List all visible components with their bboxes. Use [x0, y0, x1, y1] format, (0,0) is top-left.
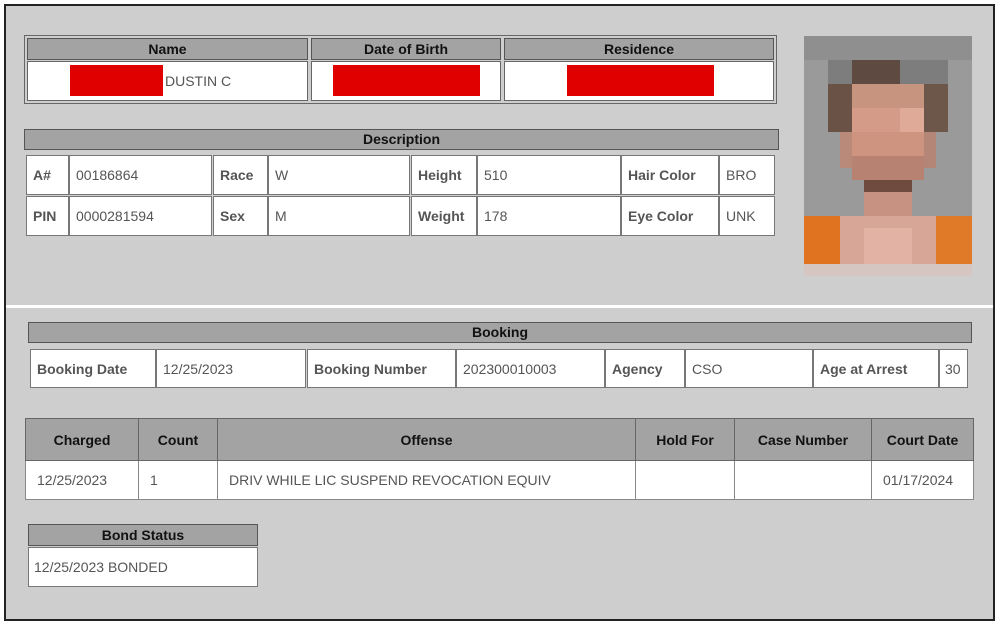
case-number-header: Case Number: [734, 418, 872, 461]
pin-label: PIN: [26, 196, 69, 236]
dob-cell: [311, 61, 501, 101]
race-value: W: [268, 155, 410, 195]
race-label: Race: [213, 155, 268, 195]
case-number-cell: [734, 460, 872, 500]
name-value: DUSTIN C: [165, 73, 232, 89]
court-date-cell: 01/17/2024: [871, 460, 974, 500]
booking-date-value: 12/25/2023: [156, 349, 306, 388]
bond-status-value: 12/25/2023 BONDED: [28, 547, 258, 587]
hold-for-cell: [635, 460, 735, 500]
height-label: Height: [411, 155, 477, 195]
sex-value: M: [268, 196, 410, 236]
offense-cell: DRIV WHILE LIC SUSPEND REVOCATION EQUIV: [217, 460, 636, 500]
name-header: Name: [27, 38, 308, 60]
a-number-label: A#: [26, 155, 69, 195]
a-number-value: 00186864: [69, 155, 212, 195]
residence-header: Residence: [504, 38, 774, 60]
panel-divider: [6, 305, 993, 308]
height-value: 510: [477, 155, 621, 195]
offense-header: Offense: [217, 418, 636, 461]
agency-value: CSO: [685, 349, 813, 388]
count-cell: 1: [138, 460, 218, 500]
description-header: Description: [24, 129, 779, 150]
name-cell: DUSTIN C: [27, 61, 308, 101]
bond-status-header: Bond Status: [28, 524, 258, 546]
hold-for-header: Hold For: [635, 418, 735, 461]
booking-header: Booking: [28, 322, 972, 343]
charged-header: Charged: [25, 418, 139, 461]
weight-value: 178: [477, 196, 621, 236]
agency-label: Agency: [605, 349, 685, 388]
hair-color-label: Hair Color: [621, 155, 719, 195]
redaction-bar: [333, 65, 480, 96]
booking-number-label: Booking Number: [307, 349, 456, 388]
dob-header: Date of Birth: [311, 38, 501, 60]
charges-header-row: Charged Count Offense Hold For Case Numb…: [25, 418, 974, 461]
sex-label: Sex: [213, 196, 268, 236]
charges-table: Charged Count Offense Hold For Case Numb…: [25, 418, 974, 500]
redaction-bar: [70, 65, 163, 96]
age-at-arrest-value: 30: [939, 349, 968, 388]
table-row: 12/25/2023 1 DRIV WHILE LIC SUSPEND REVO…: [25, 460, 974, 500]
mugshot-photo: [804, 36, 972, 276]
residence-cell: [504, 61, 774, 101]
weight-label: Weight: [411, 196, 477, 236]
pixelated-photo-icon: [804, 36, 972, 276]
hair-color-value: BRO: [719, 155, 775, 195]
court-date-header: Court Date: [871, 418, 974, 461]
age-at-arrest-label: Age at Arrest: [813, 349, 939, 388]
redaction-bar: [567, 65, 714, 96]
count-header: Count: [138, 418, 218, 461]
charged-cell: 12/25/2023: [25, 460, 139, 500]
booking-date-label: Booking Date: [30, 349, 156, 388]
pin-value: 0000281594: [69, 196, 212, 236]
eye-color-label: Eye Color: [621, 196, 719, 236]
eye-color-value: UNK: [719, 196, 775, 236]
booking-number-value: 202300010003: [456, 349, 605, 388]
